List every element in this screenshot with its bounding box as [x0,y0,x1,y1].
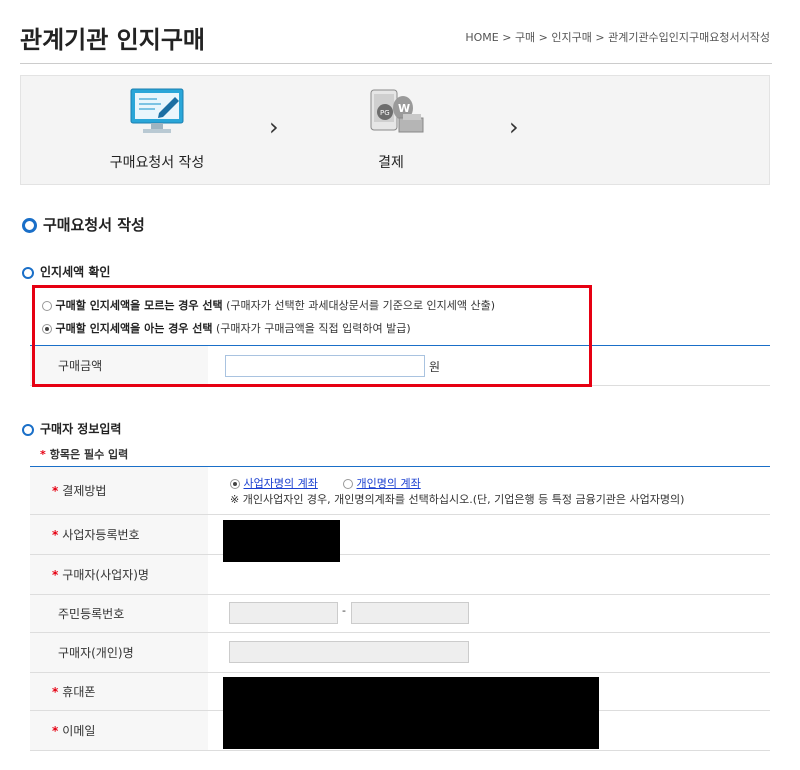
personal-name-row: 구매자(개인)명 [30,633,770,673]
payment-row: * 결제방법 사업자명의 계좌 개인명의 계좌 ※ 개인사업자인 경우, 개인명의… [30,467,770,515]
bizno-row: * 사업자등록번호 [30,515,770,555]
payment-option-personal[interactable]: 개인명의 계좌 [343,475,421,491]
resident-number-back-input[interactable] [351,602,469,624]
subsection-title: 인지세액 확인 [22,263,110,280]
step-arrow-icon: › [269,113,279,141]
radio-button-selected[interactable] [230,479,240,489]
circle-bullet-icon [22,423,34,436]
highlight-box [32,285,592,387]
monitor-pen-icon [129,87,185,137]
circle-bullet-icon [22,266,34,279]
personal-name-label: 구매자(개인)명 [30,633,208,672]
page-title: 관계기관 인지구매 [20,26,205,54]
redacted-block [223,677,599,749]
email-label: * 이메일 [30,711,208,750]
personal-name-input[interactable] [229,641,469,663]
resident-label: 주민등록번호 [30,595,208,632]
bizno-label: * 사업자등록번호 [30,515,208,554]
redacted-block [223,520,340,562]
required-note: * 항목은 필수 입력 [40,448,129,461]
payment-money-icon: PG W [365,84,429,140]
svg-text:PG: PG [380,109,390,117]
bizname-label: * 구매자(사업자)명 [30,555,208,594]
payment-label: * 결제방법 [30,467,208,514]
step-indicator: 구매요청서 작성 › PG W 결제 › [20,75,770,185]
resident-separator: - [342,604,346,617]
breadcrumb: HOME > 구매 > 인지구매 > 관계기관수입인지구매요청서서작성 [465,31,770,44]
payment-option-business[interactable]: 사업자명의 계좌 [230,475,318,491]
title-divider [20,63,772,64]
section-title: 구매요청서 작성 [22,214,145,235]
step-2-label: 결제 [378,155,404,171]
resident-row: 주민등록번호 - [30,595,770,633]
subsection-title: 구매자 정보입력 [22,420,121,437]
svg-text:W: W [398,102,410,115]
phone-label: * 휴대폰 [30,673,208,710]
radio-button[interactable] [343,479,353,489]
resident-number-front-input[interactable] [229,602,338,624]
step-arrow-icon: › [509,113,519,141]
circle-bullet-icon [22,218,37,233]
step-1-label: 구매요청서 작성 [109,155,205,171]
payment-note: ※ 개인사업자인 경우, 개인명의계좌를 선택하십시오.(단, 기업은행 등 특… [230,493,685,506]
bizname-row: * 구매자(사업자)명 [30,555,770,595]
